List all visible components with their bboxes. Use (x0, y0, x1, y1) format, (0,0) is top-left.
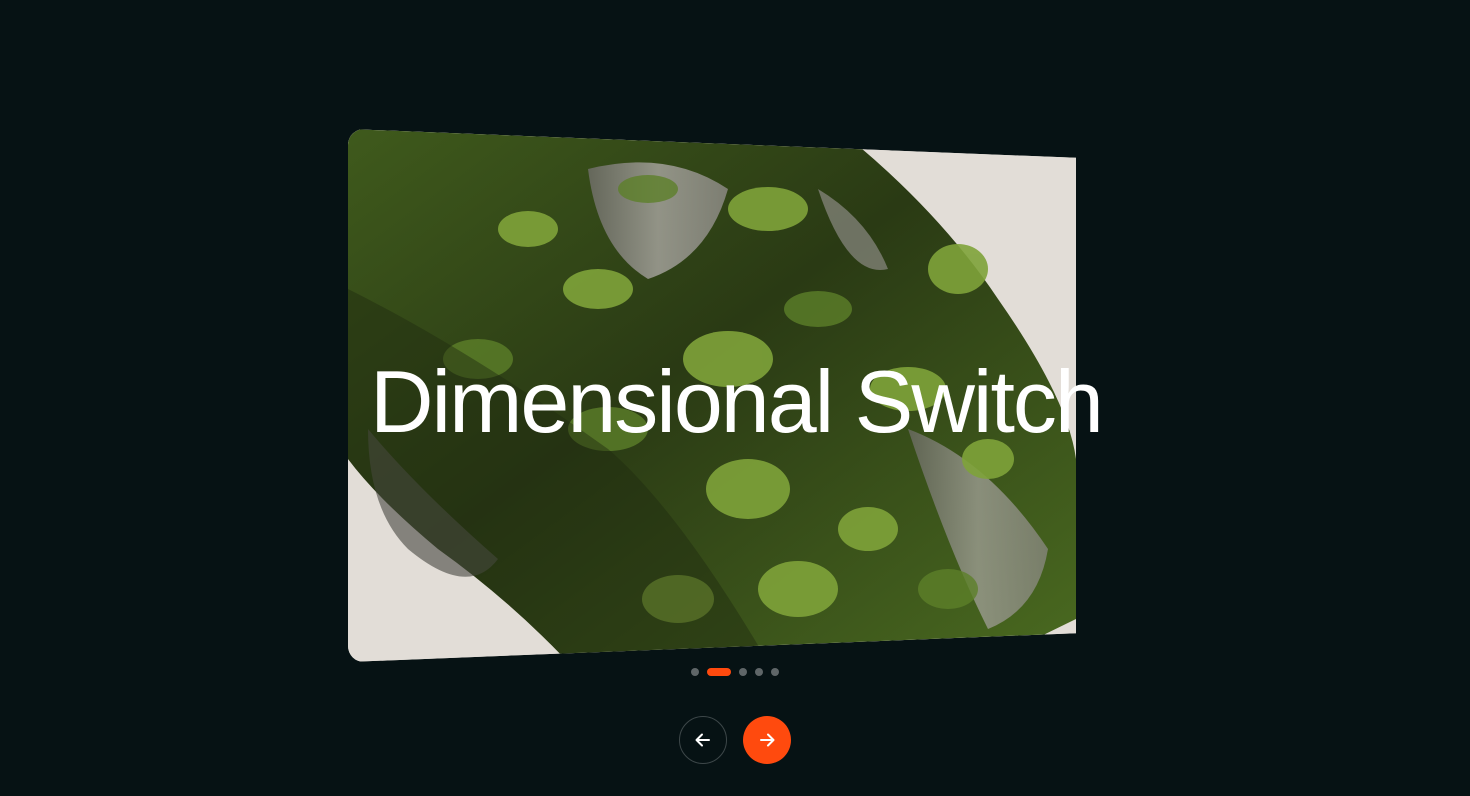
slider-stage: Dimensional Switch (0, 0, 1470, 796)
pagination-dot-4[interactable] (755, 668, 763, 676)
next-slide-button[interactable] (743, 716, 791, 764)
arrow-right-icon (760, 733, 775, 747)
previous-slide-button[interactable] (679, 716, 727, 764)
pagination-dot-3[interactable] (739, 668, 747, 676)
pagination-dots (691, 668, 779, 676)
slide-title: Dimensional Switch (370, 352, 1104, 451)
arrow-left-icon (695, 733, 710, 747)
pagination-dot-2-active[interactable] (707, 668, 731, 676)
pagination-dot-5[interactable] (771, 668, 779, 676)
pagination-dot-1[interactable] (691, 668, 699, 676)
